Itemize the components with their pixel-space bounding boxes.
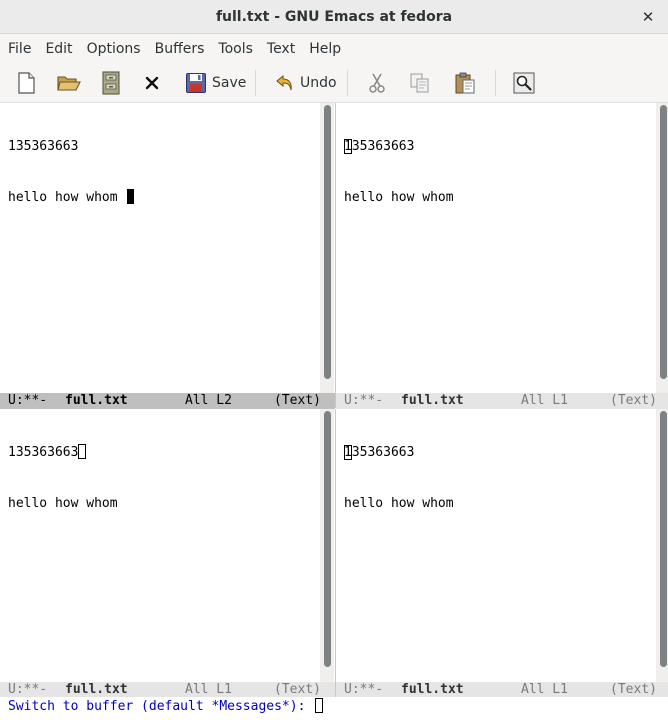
- scrollbar-bottom-right[interactable]: [656, 409, 668, 682]
- menu-file[interactable]: File: [3, 41, 36, 57]
- buffer-line: 135363663: [8, 139, 79, 154]
- mode-line-status: U:**-: [344, 682, 384, 697]
- scrollbar-top-left[interactable]: [320, 103, 334, 393]
- buffer-line: hello how whom: [344, 190, 454, 205]
- scrollbar-thumb[interactable]: [660, 105, 667, 379]
- undo-icon: [276, 74, 292, 91]
- open-folder-icon: [57, 76, 81, 91]
- text-cursor: [78, 444, 87, 459]
- toolbar-separator: [347, 70, 348, 96]
- mode-line-bottom-right[interactable]: U:**- full.txt All L1 (Text): [336, 682, 668, 698]
- menu-text[interactable]: Text: [262, 41, 300, 57]
- menu-edit[interactable]: Edit: [40, 41, 77, 57]
- save-label: Save: [212, 75, 247, 91]
- open-file-button[interactable]: [56, 69, 82, 97]
- title-bar: full.txt - GNU Emacs at fedora ✕: [0, 0, 668, 34]
- menu-help[interactable]: Help: [304, 41, 346, 57]
- minibuffer-prompt: Switch to buffer (default *Messages*):: [8, 699, 314, 714]
- mode-line-position: All L2: [185, 393, 232, 408]
- mode-line-buffer-name[interactable]: full.txt: [401, 682, 464, 698]
- search-button[interactable]: [512, 69, 536, 97]
- buffer-line-text: 35363663: [351, 139, 415, 154]
- point-marker: 1: [344, 445, 352, 460]
- cut-icon: [369, 73, 385, 93]
- mode-line-position: All L1: [521, 682, 568, 697]
- undo-label: Undo: [300, 75, 337, 91]
- file-cabinet-icon: [102, 71, 120, 95]
- cut-button[interactable]: [366, 69, 388, 97]
- mode-line-buffer-name[interactable]: full.txt: [65, 393, 128, 409]
- mode-line-buffer-name[interactable]: full.txt: [401, 393, 464, 409]
- scrollbar-thumb[interactable]: [660, 411, 667, 667]
- search-icon: [513, 72, 535, 94]
- mode-line-top-right[interactable]: U:**- full.txt All L1 (Text): [336, 393, 668, 409]
- close-window-button[interactable]: ✕: [638, 7, 658, 27]
- menu-tools[interactable]: Tools: [213, 41, 258, 57]
- window-text[interactable]: 135363663 hello how whom: [8, 410, 118, 546]
- toolbar-separator: [255, 70, 256, 96]
- buffer-line: hello how whom: [344, 496, 454, 511]
- minibuffer[interactable]: Switch to buffer (default *Messages*):: [0, 697, 668, 720]
- save-icon: [186, 73, 206, 93]
- menu-buffers[interactable]: Buffers: [150, 41, 210, 57]
- minibuffer-cursor: [315, 698, 324, 713]
- window-bottom-left[interactable]: 135363663 hello how whom: [0, 409, 320, 682]
- window-top-right[interactable]: 135363663 hello how whom: [336, 103, 656, 393]
- scrollbar-bottom-left[interactable]: [320, 409, 334, 682]
- mode-line-status: U:**-: [8, 393, 48, 408]
- mode-line-buffer-name[interactable]: full.txt: [65, 682, 128, 698]
- mode-line-major-mode[interactable]: (Text): [274, 393, 321, 409]
- mode-line-major-mode[interactable]: (Text): [610, 393, 657, 409]
- undo-button[interactable]: Undo: [275, 69, 337, 97]
- buffer-line: 135363663: [344, 138, 454, 155]
- buffer-line-text: 135363663: [8, 445, 79, 460]
- paste-button[interactable]: [453, 69, 477, 97]
- buffer-line-text: hello how whom: [8, 190, 118, 205]
- window-text[interactable]: 135363663 hello how whom: [344, 104, 454, 240]
- mode-line-major-mode[interactable]: (Text): [274, 682, 321, 698]
- scrollbar-thumb[interactable]: [324, 105, 331, 379]
- save-button[interactable]: Save: [185, 69, 246, 97]
- mode-line-bottom-left[interactable]: U:**- full.txt All L1 (Text): [0, 682, 335, 698]
- dired-button[interactable]: [100, 69, 122, 97]
- window-bottom-right[interactable]: 135363663 hello how whom: [336, 409, 656, 682]
- buffer-line: 135363663: [8, 444, 118, 461]
- window-text[interactable]: 135363663 hello how whom: [8, 104, 135, 240]
- window-title: full.txt - GNU Emacs at fedora: [215, 8, 453, 25]
- mode-line-position: All L1: [521, 393, 568, 408]
- menu-options[interactable]: Options: [82, 41, 146, 57]
- mode-line-major-mode[interactable]: (Text): [610, 682, 657, 698]
- text-cursor: [127, 189, 135, 204]
- close-buffer-icon: [145, 76, 159, 90]
- window-text[interactable]: 135363663 hello how whom: [344, 410, 454, 546]
- buffer-line: hello how whom: [8, 189, 135, 206]
- paste-icon: [455, 72, 475, 94]
- kill-buffer-button[interactable]: [144, 69, 160, 97]
- new-file-button[interactable]: [14, 69, 38, 97]
- buffer-line-text: 35363663: [351, 445, 415, 460]
- tool-bar: Save Undo: [0, 63, 668, 103]
- new-file-icon: [18, 72, 35, 94]
- copy-button[interactable]: [409, 69, 431, 97]
- buffer-line: hello how whom: [8, 496, 118, 511]
- mode-line-status: U:**-: [8, 682, 48, 697]
- scrollbar-top-right[interactable]: [656, 103, 668, 393]
- point-marker: 1: [344, 139, 352, 154]
- mode-line-status: U:**-: [344, 393, 384, 408]
- window-top-left[interactable]: 135363663 hello how whom: [0, 103, 320, 393]
- copy-icon: [410, 73, 429, 93]
- mode-line-top-left[interactable]: U:**- full.txt All L2 (Text): [0, 393, 335, 409]
- menu-bar: File Edit Options Buffers Tools Text Hel…: [0, 34, 668, 63]
- mode-line-position: All L1: [185, 682, 232, 697]
- buffer-line: 135363663: [344, 444, 454, 461]
- toolbar-separator: [495, 70, 496, 96]
- scrollbar-thumb[interactable]: [324, 411, 331, 667]
